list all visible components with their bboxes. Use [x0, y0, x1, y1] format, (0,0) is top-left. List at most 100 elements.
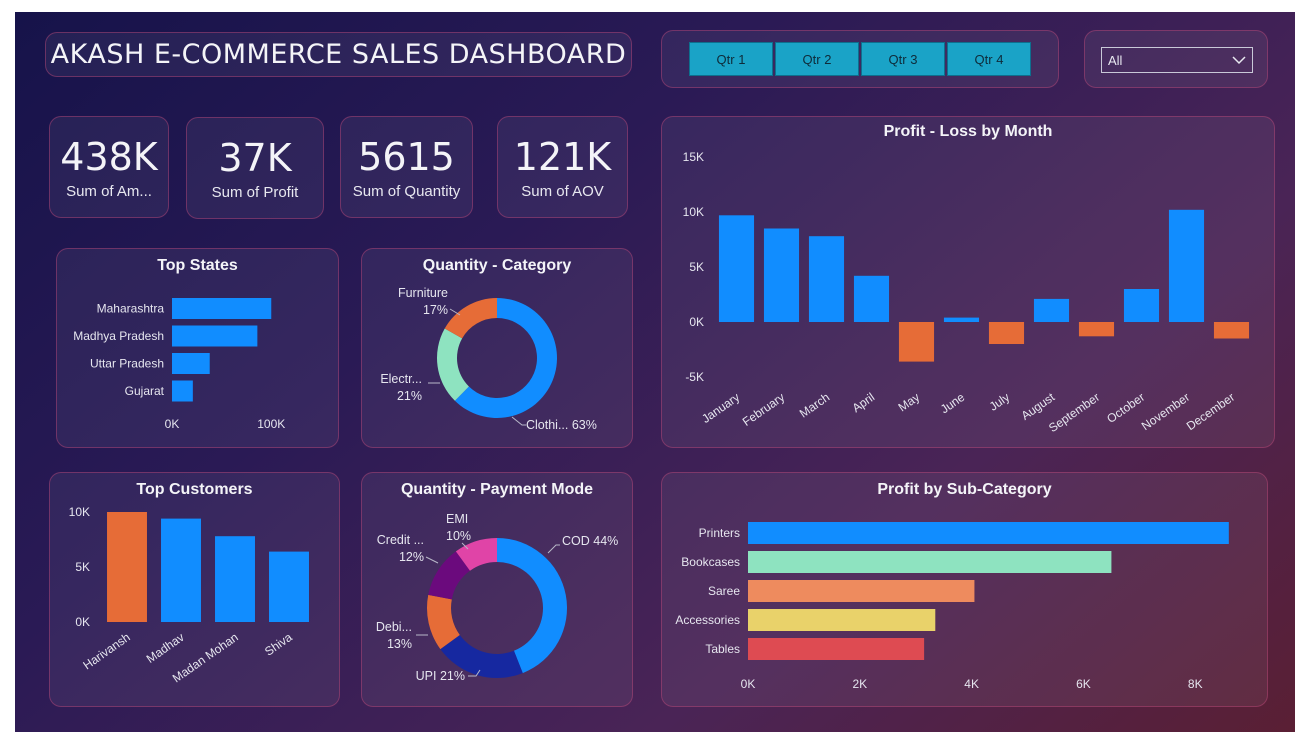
dashboard-title: AKASH E-COMMERCE SALES DASHBOARD: [50, 39, 627, 70]
slice-percent: 13%: [387, 637, 412, 651]
qtr-1-button[interactable]: Qtr 1: [689, 42, 773, 76]
bar: [1168, 209, 1205, 322]
category-label: Harivansh: [80, 630, 132, 672]
pie-slice: [437, 328, 469, 401]
top-states-panel: Top States Maharashtra Madhya Pradesh Utta…: [56, 248, 339, 448]
bar: [172, 298, 272, 319]
category-label: Accessories: [675, 613, 740, 627]
filter-dropdown[interactable]: All: [1101, 47, 1253, 73]
quantity-payment-panel: Quantity - Payment Mode COD 44% UPI 21% De…: [361, 472, 633, 707]
kpi-label: Sum of Quantity: [352, 182, 461, 200]
axis-tick-label: 10K: [69, 505, 90, 519]
bar: [1033, 298, 1070, 322]
qtr-2-button[interactable]: Qtr 2: [775, 42, 859, 76]
kpi-card-quantity: 5615 Sum of Quantity: [340, 116, 473, 218]
slice-label: Credit ...: [377, 533, 424, 547]
axis-tick-label: 8K: [1188, 677, 1203, 691]
axis-tick-label: 2K: [852, 677, 867, 691]
category-label: Uttar Pradesh: [90, 357, 164, 371]
bar: [172, 325, 258, 347]
axis-tick-label: 0K: [165, 417, 180, 431]
bar: [748, 580, 975, 602]
axis-tick-label: 5K: [689, 260, 704, 274]
slice-label: Clothi... 63%: [526, 418, 597, 432]
kpi-card-aov: 121K Sum of AOV: [497, 116, 628, 218]
bar: [748, 609, 936, 631]
category-label: August: [1019, 390, 1058, 423]
kpi-label: Sum of Profit: [211, 183, 299, 201]
bar: [898, 322, 935, 362]
kpi-value: 121K: [513, 134, 612, 179]
qtr-3-button[interactable]: Qtr 3: [861, 42, 945, 76]
axis-tick-label: 10K: [683, 205, 704, 219]
leader-line: [425, 556, 439, 564]
profit-subcategory-panel: Profit by Sub-Category Printers Bookcases…: [661, 472, 1268, 707]
top-states-chart: Maharashtra Madhya Pradesh Uttar Pradesh Gu…: [73, 298, 285, 431]
bar: [269, 551, 309, 622]
bar: [161, 518, 201, 622]
slice-percent: 17%: [423, 303, 448, 317]
category-label: Printers: [699, 526, 740, 540]
bar: [763, 228, 800, 322]
profit-loss-month-chart: -5K 0K 5K 10K 15K JanuaryFebruary March April Ma…: [683, 150, 1250, 435]
slice-label: Furniture: [398, 286, 448, 300]
axis-tick-label: 0K: [741, 677, 756, 691]
axis-tick-label: 4K: [964, 677, 979, 691]
bar: [1123, 289, 1160, 322]
kpi-label: Sum of Am...: [66, 182, 152, 200]
kpi-value: 37K: [218, 135, 292, 180]
pie-slice: [444, 298, 497, 339]
slice-label: COD 44%: [562, 534, 618, 548]
bar: [718, 215, 755, 322]
axis-tick-label: 0K: [689, 315, 704, 329]
top-customers-chart: 0K5K10KHarivansh MadhavMadan Mohan Shiva: [69, 505, 309, 685]
bar: [808, 236, 845, 322]
top-customers-panel: Top Customers 0K 5K 10K Harivansh Madhav Mada…: [49, 472, 340, 707]
category-label: February: [740, 390, 787, 429]
category-label: Madhav: [144, 630, 187, 666]
axis-tick-label: -5K: [685, 370, 704, 384]
dashboard-title-panel: AKASH E-COMMERCE SALES DASHBOARD: [45, 32, 632, 77]
chevron-down-icon: [1232, 55, 1246, 64]
slice-label: Debi...: [376, 620, 412, 634]
bar: [172, 380, 193, 402]
category-label: March: [797, 390, 832, 421]
bar: [748, 522, 1229, 544]
bar: [1213, 322, 1250, 339]
profit-loss-month-panel: Profit - Loss by Month -5K 0K 5K 10K 15K Janu…: [661, 116, 1275, 448]
category-label: November: [1139, 390, 1192, 433]
kpi-card-amount: 438K Sum of Am...: [49, 116, 169, 218]
kpi-value: 438K: [60, 134, 158, 179]
bar: [107, 512, 147, 622]
filter-dropdown-value: All: [1108, 52, 1123, 68]
axis-tick-label: 0K: [75, 615, 90, 629]
category-label: Saree: [708, 584, 740, 598]
kpi-value: 5615: [358, 134, 455, 179]
quarter-slicer: Qtr 1 Qtr 2 Qtr 3 Qtr 4: [661, 30, 1059, 88]
axis-tick-label: 15K: [683, 150, 704, 164]
quantity-payment-chart: COD 44% UPI 21% Debi... 13% Credit ... 12% EMI…: [376, 512, 618, 683]
category-label: Tables: [705, 642, 740, 656]
qtr-4-button[interactable]: Qtr 4: [947, 42, 1031, 76]
category-label: July: [987, 390, 1013, 414]
category-label: January: [699, 390, 742, 426]
leader-line: [511, 416, 526, 426]
kpi-card-profit: 37K Sum of Profit: [186, 117, 324, 219]
quantity-category-chart: Clothi... 63% Electr... 21% Furniture 17%: [380, 286, 597, 432]
axis-tick-label: 6K: [1076, 677, 1091, 691]
bar: [988, 322, 1025, 344]
category-label: Shiva: [262, 630, 295, 659]
category-label: June: [938, 390, 968, 417]
slice-label: Electr...: [380, 372, 422, 386]
bar: [1078, 322, 1115, 337]
slice-label: EMI: [446, 512, 468, 526]
bar: [748, 638, 925, 660]
quantity-category-panel: Quantity - Category Clothi... 63% Electr.…: [361, 248, 633, 448]
profit-subcategory-chart: Printers Bookcases Saree Accessories Tables 0…: [675, 522, 1229, 691]
kpi-label: Sum of AOV: [521, 182, 604, 200]
bar: [853, 275, 890, 322]
bar: [943, 317, 980, 322]
dashboard-canvas: AKASH E-COMMERCE SALES DASHBOARD Qtr 1 Q…: [15, 12, 1295, 732]
category-label: September: [1046, 390, 1102, 435]
slice-percent: 12%: [399, 550, 424, 564]
